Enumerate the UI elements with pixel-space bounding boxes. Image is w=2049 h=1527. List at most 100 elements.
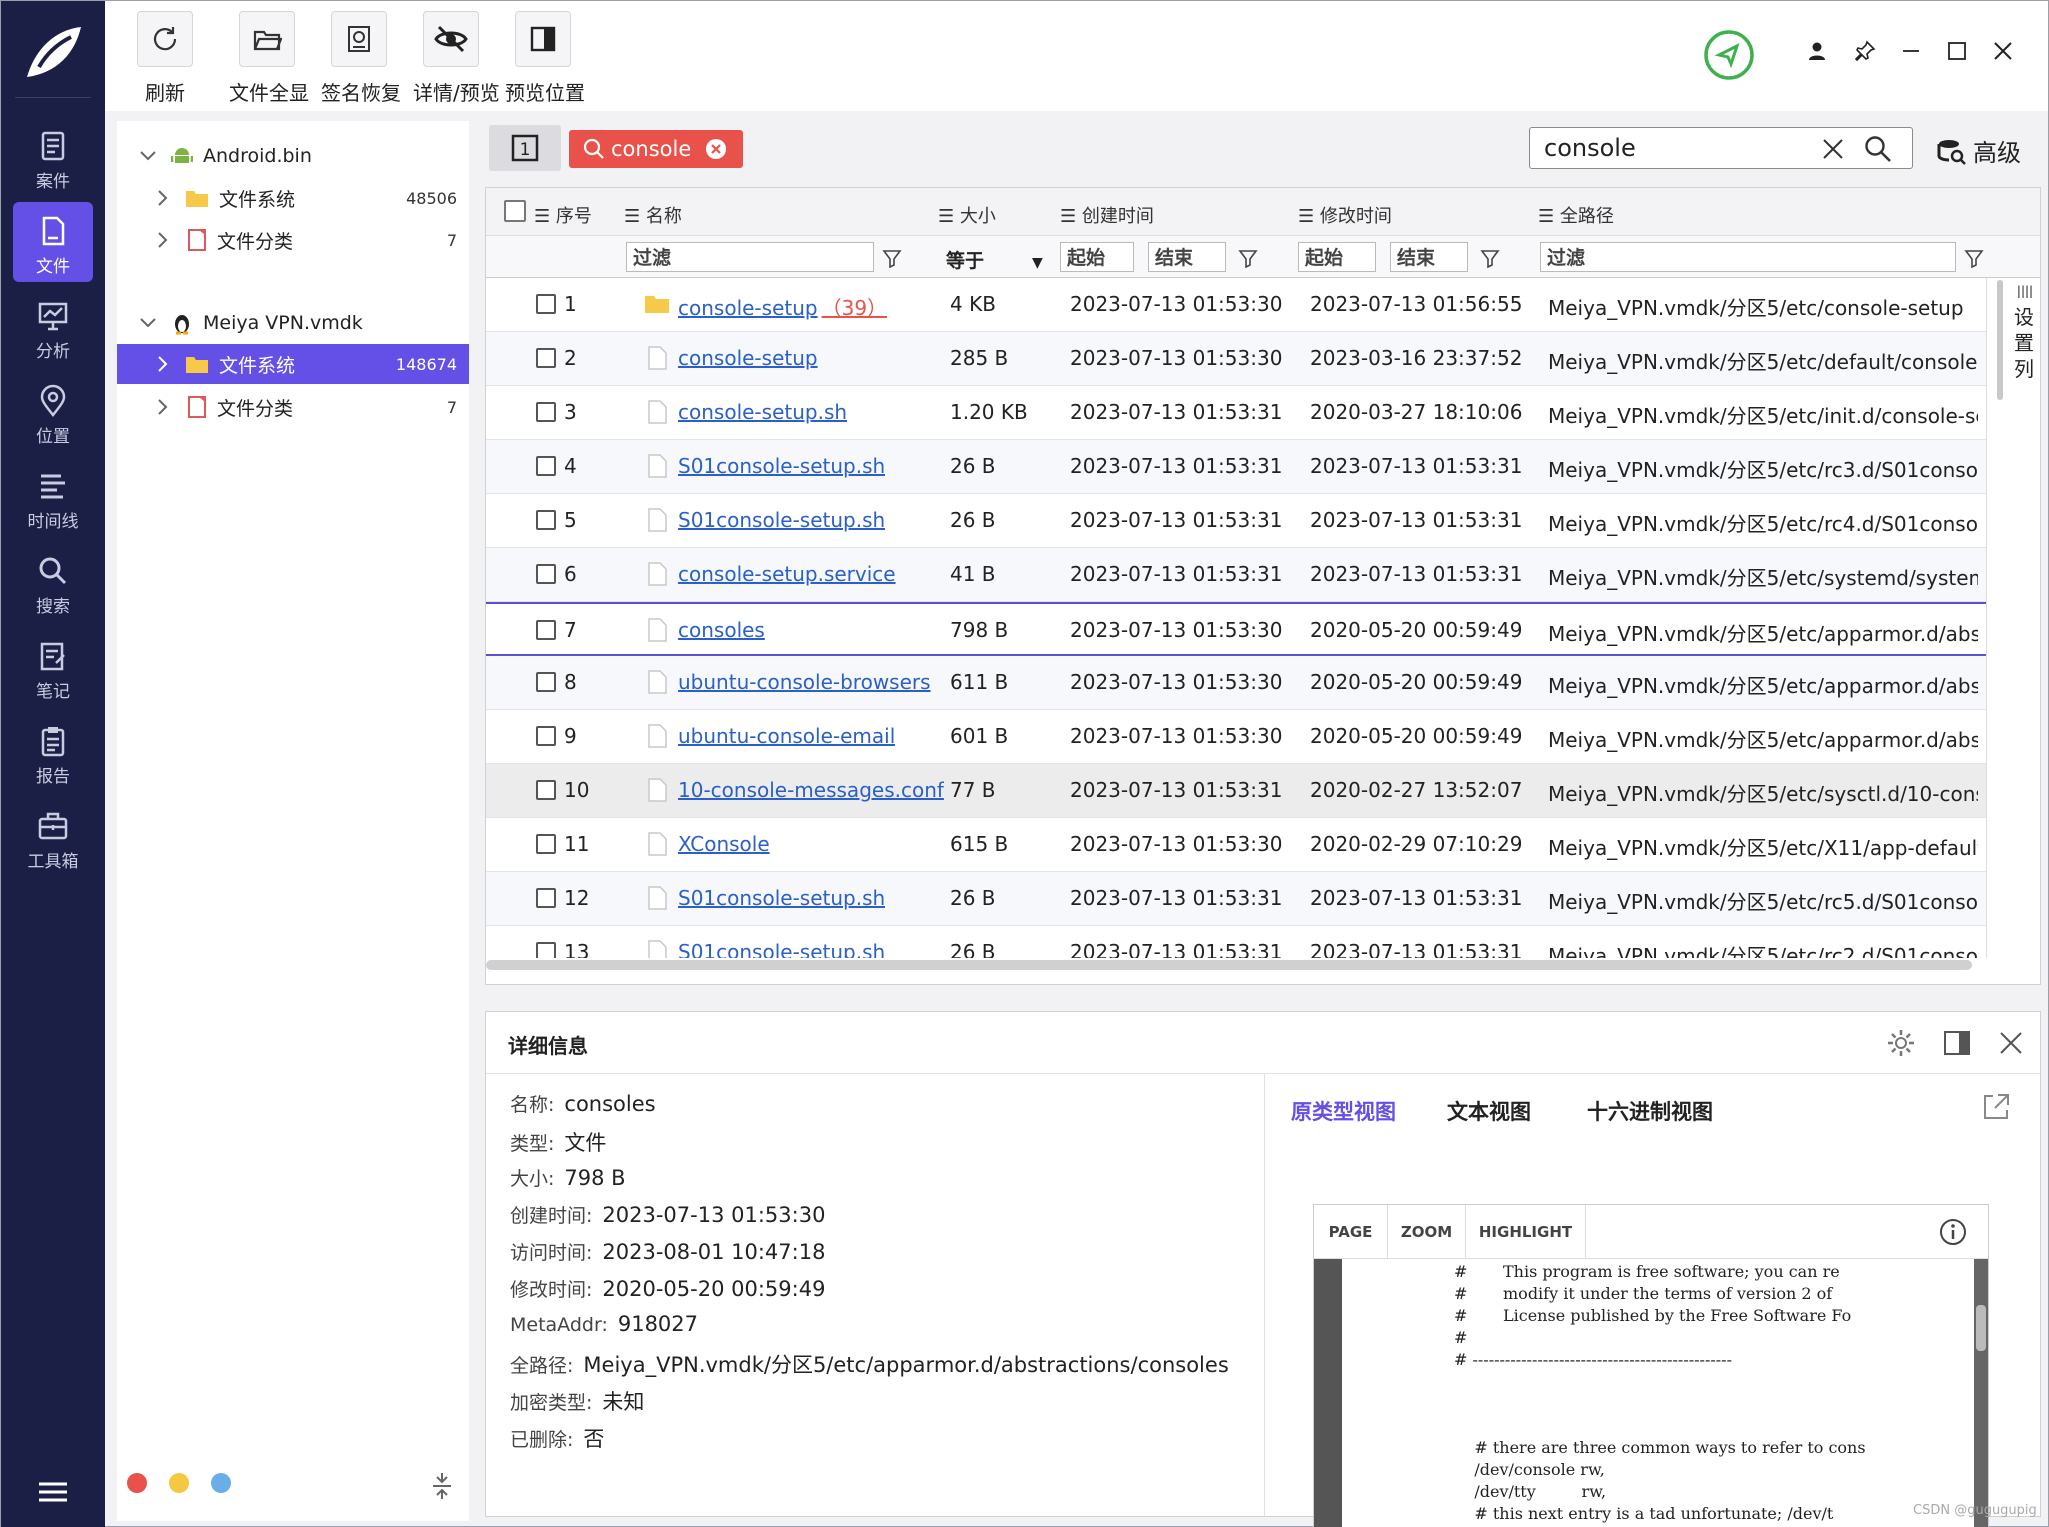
chevron-right-icon[interactable] — [157, 189, 169, 207]
row-checkbox[interactable] — [536, 620, 556, 640]
row-checkbox[interactable] — [536, 780, 556, 800]
filter-icon[interactable] — [1238, 248, 1258, 268]
row-checkbox[interactable] — [536, 888, 556, 908]
column-header-name[interactable]: ☰ 名称 — [624, 202, 682, 228]
table-row[interactable]: 3 console-setup.sh 1.20 KB 2023-07-13 01:53… — [486, 386, 1986, 440]
signature-recover-button[interactable]: 签名恢复 — [321, 11, 401, 106]
table-row[interactable]: 7 consoles 798 B 2023-07-13 01:53:30 2020-05… — [486, 602, 1986, 656]
tree-node-filesystem-selected[interactable]: 文件系统 148674 — [117, 344, 469, 384]
row-checkbox[interactable] — [536, 294, 556, 314]
tree-node-android-bin[interactable]: Android.bin — [117, 136, 469, 176]
table-row[interactable]: 2 console-setup 285 B 2023-07-13 01:53:30 20… — [486, 332, 1986, 386]
page-button[interactable]: PAGE — [1314, 1205, 1388, 1259]
tree-node-file-category[interactable]: 文件分类 7 — [117, 387, 469, 427]
remove-tag-icon[interactable] — [705, 138, 727, 160]
close-window-button[interactable] — [1983, 31, 2023, 71]
table-row[interactable]: 6 console-setup.service 41 B 2023-07-13 01:… — [486, 548, 1986, 602]
cell-name[interactable]: ubuntu-console-email — [678, 724, 895, 748]
viewer-vertical-scrollbar[interactable] — [1974, 1259, 1988, 1527]
refresh-button[interactable]: 刷新 — [137, 11, 193, 106]
size-operator-select[interactable]: 等于 ▼ — [946, 246, 1043, 273]
tab-raw-view[interactable]: 原类型视图 — [1291, 1096, 1396, 1126]
user-button[interactable] — [1797, 31, 1837, 71]
filter-icon[interactable] — [882, 248, 902, 268]
gear-icon[interactable] — [1886, 1028, 1916, 1058]
cell-name[interactable]: S01console-setup.sh — [678, 454, 885, 478]
close-icon[interactable] — [1998, 1030, 2024, 1056]
table-row[interactable]: 9 ubuntu-console-email 601 B 2023-07-13 01:… — [486, 710, 1986, 764]
collapse-all-icon[interactable] — [431, 1471, 453, 1501]
maximize-button[interactable] — [1937, 31, 1977, 71]
detail-preview-button[interactable]: 详情/预览 — [413, 11, 500, 106]
nav-item-toolbox[interactable]: 工具箱 — [13, 797, 93, 877]
minimize-button[interactable] — [1891, 31, 1931, 71]
table-row[interactable]: 1 console-setup （39） 4 KB 2023-07-13 01:53:3… — [486, 278, 1986, 332]
cell-name[interactable]: consoles — [678, 618, 765, 642]
chevron-right-icon[interactable] — [157, 398, 169, 416]
table-row[interactable]: 12 S01console-setup.sh 26 B 2023-07-13 01:5… — [486, 872, 1986, 926]
tab-number-button[interactable]: 1 — [489, 125, 561, 171]
nav-item-case[interactable]: 案件 — [13, 117, 93, 197]
row-checkbox[interactable] — [536, 942, 556, 958]
info-icon[interactable] — [1938, 1217, 1968, 1247]
name-filter-input[interactable]: 过滤 — [626, 242, 874, 272]
modified-start-input[interactable]: 起始 — [1298, 242, 1376, 272]
table-row[interactable]: 4 S01console-setup.sh 26 B 2023-07-13 01:53… — [486, 440, 1986, 494]
chevron-right-icon[interactable] — [157, 355, 169, 373]
row-checkbox[interactable] — [536, 402, 556, 422]
blue-dot-button[interactable] — [211, 1473, 231, 1493]
cell-name[interactable]: XConsole — [678, 832, 770, 856]
tab-hex-view[interactable]: 十六进制视图 — [1587, 1096, 1713, 1126]
cell-name[interactable]: S01console-setup.sh — [678, 886, 885, 910]
cell-name[interactable]: console-setup （39） — [678, 292, 887, 321]
table-row[interactable]: 5 S01console-setup.sh 26 B 2023-07-13 01:53… — [486, 494, 1986, 548]
nav-item-report[interactable]: 报告 — [13, 712, 93, 792]
column-header-created[interactable]: ☰ 创建时间 — [1060, 202, 1154, 228]
column-header-path[interactable]: ☰ 全路径 — [1538, 202, 1614, 228]
row-checkbox[interactable] — [536, 564, 556, 584]
vertical-scrollbar[interactable] — [1997, 280, 2003, 400]
advanced-search-button[interactable]: 高级 — [1937, 133, 2021, 168]
tab-text-view[interactable]: 文本视图 — [1447, 1096, 1531, 1126]
table-row[interactable]: 13 S01console-setup.sh 26 B 2023-07-13 01:5… — [486, 926, 1986, 958]
nav-item-notes[interactable]: 笔记 — [13, 627, 93, 707]
cell-name[interactable]: 10-console-messages.conf — [678, 778, 944, 802]
status-online-icon[interactable] — [1703, 29, 1755, 81]
chevron-down-icon[interactable] — [139, 317, 157, 329]
horizontal-scrollbar[interactable] — [486, 960, 1972, 970]
red-dot-button[interactable] — [127, 1473, 147, 1493]
yellow-dot-button[interactable] — [169, 1473, 189, 1493]
row-checkbox[interactable] — [536, 726, 556, 746]
table-row[interactable]: 8 ubuntu-console-browsers 611 B 2023-07-13 … — [486, 656, 1986, 710]
tree-node-filesystem[interactable]: 文件系统 48506 — [117, 178, 469, 218]
chevron-down-icon[interactable] — [139, 150, 157, 162]
show-all-files-button[interactable]: 文件全显 — [229, 11, 309, 106]
zoom-button[interactable]: ZOOM — [1388, 1205, 1466, 1259]
nav-item-timeline[interactable]: 时间线 — [13, 457, 93, 537]
nav-item-search[interactable]: 搜索 — [13, 542, 93, 622]
nav-item-location[interactable]: 位置 — [13, 372, 93, 452]
search-input[interactable]: console — [1529, 127, 1913, 169]
column-header-modified[interactable]: ☰ 修改时间 — [1298, 202, 1392, 228]
cell-name[interactable]: console-setup — [678, 346, 818, 370]
select-all-checkbox[interactable] — [504, 200, 526, 222]
row-checkbox[interactable] — [536, 834, 556, 854]
column-header-size[interactable]: ☰ 大小 — [938, 202, 996, 228]
filter-icon[interactable] — [1480, 248, 1500, 268]
search-tag-chip[interactable]: console — [569, 130, 743, 168]
pin-button[interactable] — [1845, 31, 1885, 71]
nav-item-analysis[interactable]: 分析 — [13, 287, 93, 367]
clear-search-icon[interactable] — [1822, 138, 1844, 160]
nav-item-files[interactable]: 文件 — [13, 202, 93, 282]
created-end-input[interactable]: 结束 — [1148, 242, 1226, 272]
row-checkbox[interactable] — [536, 510, 556, 530]
cell-name[interactable]: S01console-setup.sh — [678, 940, 885, 958]
cell-name[interactable]: S01console-setup.sh — [678, 508, 885, 532]
tree-node-meiya-vmdk[interactable]: Meiya VPN.vmdk — [117, 303, 469, 343]
panel-right-icon[interactable] — [1942, 1028, 1972, 1058]
table-row[interactable]: 10 10-console-messages.conf 77 B 2023-07-13… — [486, 764, 1986, 818]
cell-name[interactable]: console-setup.sh — [678, 400, 847, 424]
row-checkbox[interactable] — [536, 456, 556, 476]
tree-node-file-category[interactable]: 文件分类 7 — [117, 220, 469, 260]
path-filter-input[interactable]: 过滤 — [1540, 242, 1956, 272]
